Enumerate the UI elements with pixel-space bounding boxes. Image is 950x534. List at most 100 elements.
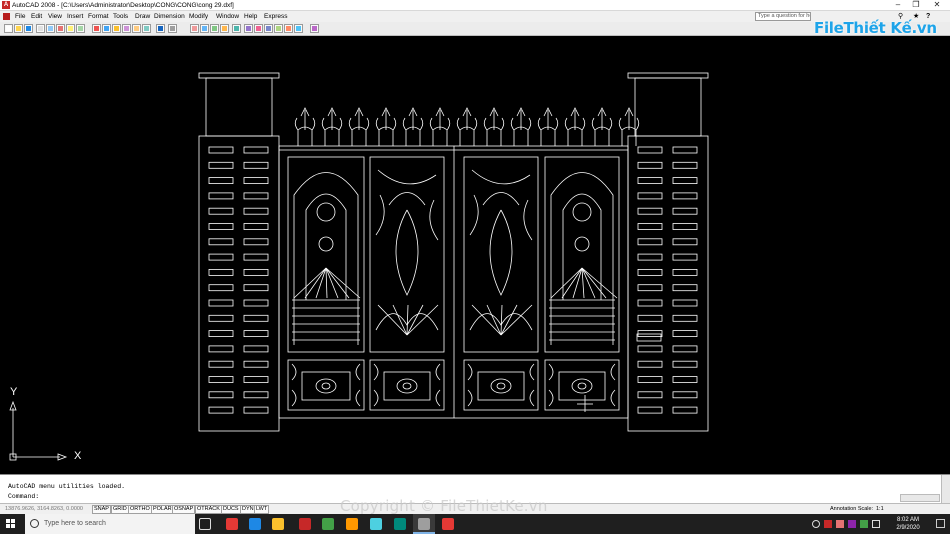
gate-lower-panel xyxy=(287,359,365,411)
taskbar-app-icon[interactable] xyxy=(394,518,406,530)
logo-text: FileThiết Kế.vn xyxy=(814,19,937,37)
toolbar-tool-icon[interactable] xyxy=(56,24,65,33)
toolbar-tool-icon[interactable] xyxy=(66,24,75,33)
cloud-icon[interactable] xyxy=(812,520,820,528)
menu-window[interactable]: Window xyxy=(216,12,239,21)
toolbar-tool-icon[interactable] xyxy=(156,24,165,33)
autocad-app-icon[interactable]: A xyxy=(2,1,10,9)
menu-dimension[interactable]: Dimension xyxy=(154,12,185,21)
toolbar-tool-icon[interactable] xyxy=(244,24,253,33)
menu-insert[interactable]: Insert xyxy=(67,12,83,21)
tile-line xyxy=(304,267,327,299)
toolbar-tool-icon[interactable] xyxy=(46,24,55,33)
lwt-toggle[interactable]: LWT xyxy=(254,505,270,514)
system-clock[interactable]: 8:02 AM 2/9/2020 xyxy=(886,516,930,532)
toolbar-tool-icon[interactable] xyxy=(200,24,209,33)
taskbar-app-icon[interactable] xyxy=(299,518,311,530)
toolbar-tool-icon[interactable] xyxy=(210,24,219,33)
document-icon[interactable] xyxy=(3,13,10,20)
tray-app-icon[interactable] xyxy=(824,520,832,528)
toolbar-tool-icon[interactable] xyxy=(36,24,45,33)
taskbar-app-icon[interactable] xyxy=(322,518,334,530)
pillar-slot xyxy=(672,223,698,230)
tile-line xyxy=(325,267,361,299)
lower-medallion xyxy=(301,371,351,401)
toolbar-tool-icon[interactable] xyxy=(142,24,151,33)
task-view-icon[interactable] xyxy=(199,518,211,530)
minimize-button[interactable]: – xyxy=(888,0,908,10)
taskbar-app-icon[interactable] xyxy=(442,518,454,530)
menu-tools[interactable]: Tools xyxy=(113,12,128,21)
annotation-scale-value[interactable]: 1:1 xyxy=(876,505,884,514)
otrack-toggle[interactable]: OTRACK xyxy=(195,505,222,514)
toolbar-tool-icon[interactable] xyxy=(4,24,13,33)
leaf-ornament xyxy=(486,304,502,336)
windows-start-icon[interactable] xyxy=(6,519,16,529)
toolbar-tool-icon[interactable] xyxy=(310,24,319,33)
polar-toggle[interactable]: POLAR xyxy=(151,505,174,514)
taskbar-app-icon[interactable] xyxy=(418,518,430,530)
grid-toggle[interactable]: GRID xyxy=(111,505,129,514)
toolbar-tool-icon[interactable] xyxy=(232,24,241,33)
taskbar-app-icon[interactable] xyxy=(346,518,358,530)
standard-toolbar xyxy=(0,22,950,36)
menu-help[interactable]: Help xyxy=(244,12,257,21)
flower-ornament xyxy=(572,202,592,222)
lower-medallion xyxy=(558,371,606,401)
toolbar-tool-icon[interactable] xyxy=(14,24,23,33)
osnap-toggle[interactable]: OSNAP xyxy=(172,505,196,514)
menu-format[interactable]: Format xyxy=(88,12,109,21)
pillar-lantern xyxy=(634,77,702,137)
toolbar-tool-icon[interactable] xyxy=(254,24,263,33)
pillar-slot xyxy=(208,345,234,353)
taskbar-app-icon[interactable] xyxy=(370,518,382,530)
toolbar-tool-icon[interactable] xyxy=(190,24,199,33)
tray-app-icon[interactable] xyxy=(836,520,844,528)
menu-express[interactable]: Express xyxy=(264,12,287,21)
toolbar-tool-icon[interactable] xyxy=(112,24,121,33)
toolbar-tool-icon[interactable] xyxy=(122,24,131,33)
ortho-toggle[interactable]: ORTHO xyxy=(128,505,152,514)
gate-spike xyxy=(510,107,532,146)
toolbar-tool-icon[interactable] xyxy=(220,24,229,33)
command-prompt[interactable]: Command: xyxy=(8,492,39,501)
gate-spike xyxy=(483,107,505,146)
menu-file[interactable]: File xyxy=(15,12,25,21)
restore-button[interactable]: ❐ xyxy=(906,0,926,10)
menu-view[interactable]: View xyxy=(48,12,62,21)
command-vertical-scrollbar[interactable] xyxy=(941,475,950,504)
toolbar-tool-icon[interactable] xyxy=(274,24,283,33)
toolbar-tool-icon[interactable] xyxy=(132,24,141,33)
toolbar-tool-icon[interactable] xyxy=(76,24,85,33)
menu-modify[interactable]: Modify xyxy=(189,12,208,21)
pillar-slot xyxy=(637,268,663,276)
taskbar-app-icon[interactable] xyxy=(249,518,261,530)
toolbar-tool-icon[interactable] xyxy=(284,24,293,33)
taskbar-app-icon[interactable] xyxy=(226,518,238,530)
help-search-input[interactable]: Type a question for help xyxy=(755,12,811,21)
snap-toggle[interactable]: SNAP xyxy=(92,505,111,514)
close-button[interactable]: ✕ xyxy=(927,0,947,10)
notification-icon[interactable] xyxy=(936,519,945,528)
drawing-canvas[interactable]: Y X xyxy=(0,36,950,474)
toolbar-tool-icon[interactable] xyxy=(102,24,111,33)
pillar-slot xyxy=(243,330,269,338)
toolbar-tool-icon[interactable] xyxy=(264,24,273,33)
pillar-slot xyxy=(672,207,698,215)
volume-icon[interactable] xyxy=(872,520,880,528)
ducs-toggle[interactable]: DUCS xyxy=(221,505,241,514)
menu-edit[interactable]: Edit xyxy=(31,12,42,21)
pillar-slot xyxy=(208,146,234,154)
command-horizontal-scrollbar[interactable] xyxy=(900,494,940,502)
tray-app-icon[interactable] xyxy=(848,520,856,528)
toolbar-tool-icon[interactable] xyxy=(294,24,303,33)
toolbar-tool-icon[interactable] xyxy=(92,24,101,33)
taskbar-search-box[interactable]: Type here to search xyxy=(25,514,195,534)
lower-medallion xyxy=(321,382,331,390)
taskbar-app-icon[interactable] xyxy=(272,518,284,530)
network-icon[interactable] xyxy=(860,520,868,528)
toolbar-tool-icon[interactable] xyxy=(168,24,177,33)
pillar-slot xyxy=(637,161,663,169)
menu-draw[interactable]: Draw xyxy=(135,12,150,21)
toolbar-tool-icon[interactable] xyxy=(24,24,33,33)
